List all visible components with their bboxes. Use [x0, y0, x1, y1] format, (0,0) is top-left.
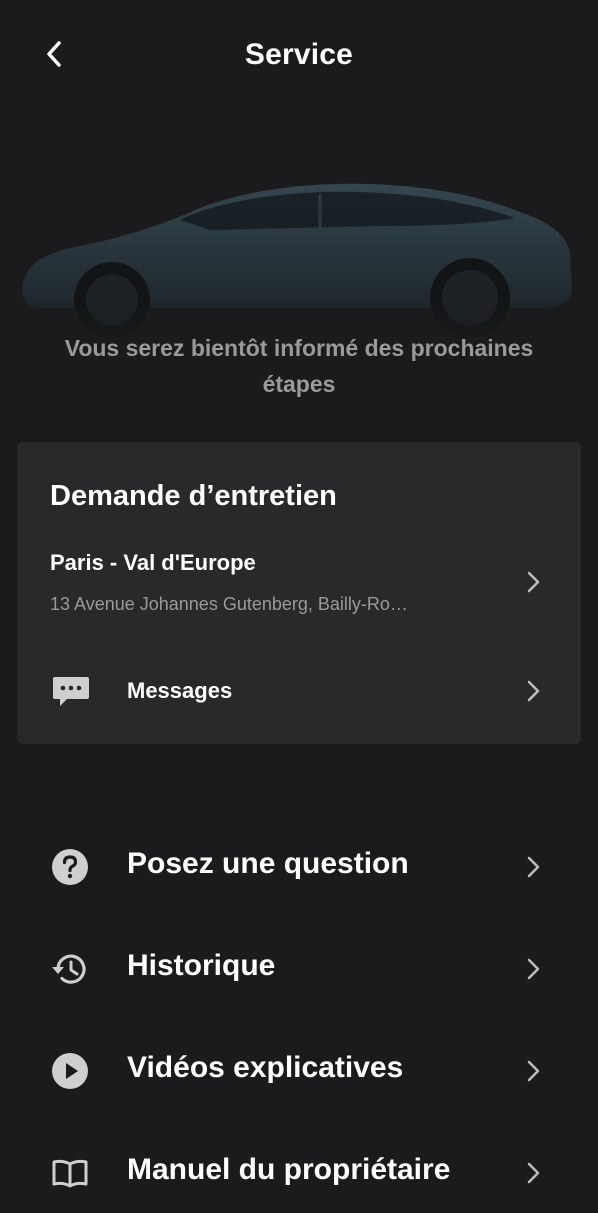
question-icon — [52, 849, 88, 885]
chevron-right-icon — [527, 958, 540, 980]
service-center-address: 13 Avenue Johannes Gutenberg, Bailly-Ro… — [50, 594, 408, 614]
page-title: Service — [244, 38, 354, 71]
chevron-right-icon — [527, 1162, 540, 1184]
messages-label: Messages — [127, 678, 233, 703]
menu-item-ask-question[interactable]: Posez une question — [0, 827, 598, 907]
messages-row[interactable]: Messages — [17, 660, 581, 722]
chevron-right-icon — [527, 680, 540, 702]
status-message: Vous serez bientôt informé des prochaine… — [0, 330, 598, 402]
play-icon — [52, 1053, 88, 1089]
chevron-right-icon — [527, 1060, 540, 1082]
status-message-line-1: Vous serez bientôt informé des prochaine… — [64, 335, 534, 361]
chevron-right-icon — [527, 856, 540, 878]
chat-bubble-icon — [53, 677, 89, 706]
menu-item-owners-manual[interactable]: Manuel du propriétaire — [0, 1133, 598, 1213]
chevron-right-icon — [527, 571, 540, 593]
menu-item-label: Historique — [127, 949, 276, 982]
menu-item-label: Vidéos explicatives — [127, 1051, 404, 1084]
menu-item-videos[interactable]: Vidéos explicatives — [0, 1031, 598, 1111]
history-icon — [52, 954, 86, 984]
status-message-line-2: étapes — [262, 371, 336, 397]
service-request-title: Demande d’entretien — [50, 480, 337, 512]
book-icon — [52, 1159, 88, 1188]
service-center-name: Paris - Val d'Europe — [50, 550, 256, 575]
header: Service — [0, 0, 598, 110]
menu-item-history[interactable]: Historique — [0, 929, 598, 1009]
car-image — [0, 150, 598, 350]
service-center-row[interactable]: Paris - Val d'Europe 13 Avenue Johannes … — [17, 540, 581, 630]
menu-item-label: Posez une question — [127, 847, 409, 880]
menu-item-label: Manuel du propriétaire — [127, 1153, 451, 1186]
